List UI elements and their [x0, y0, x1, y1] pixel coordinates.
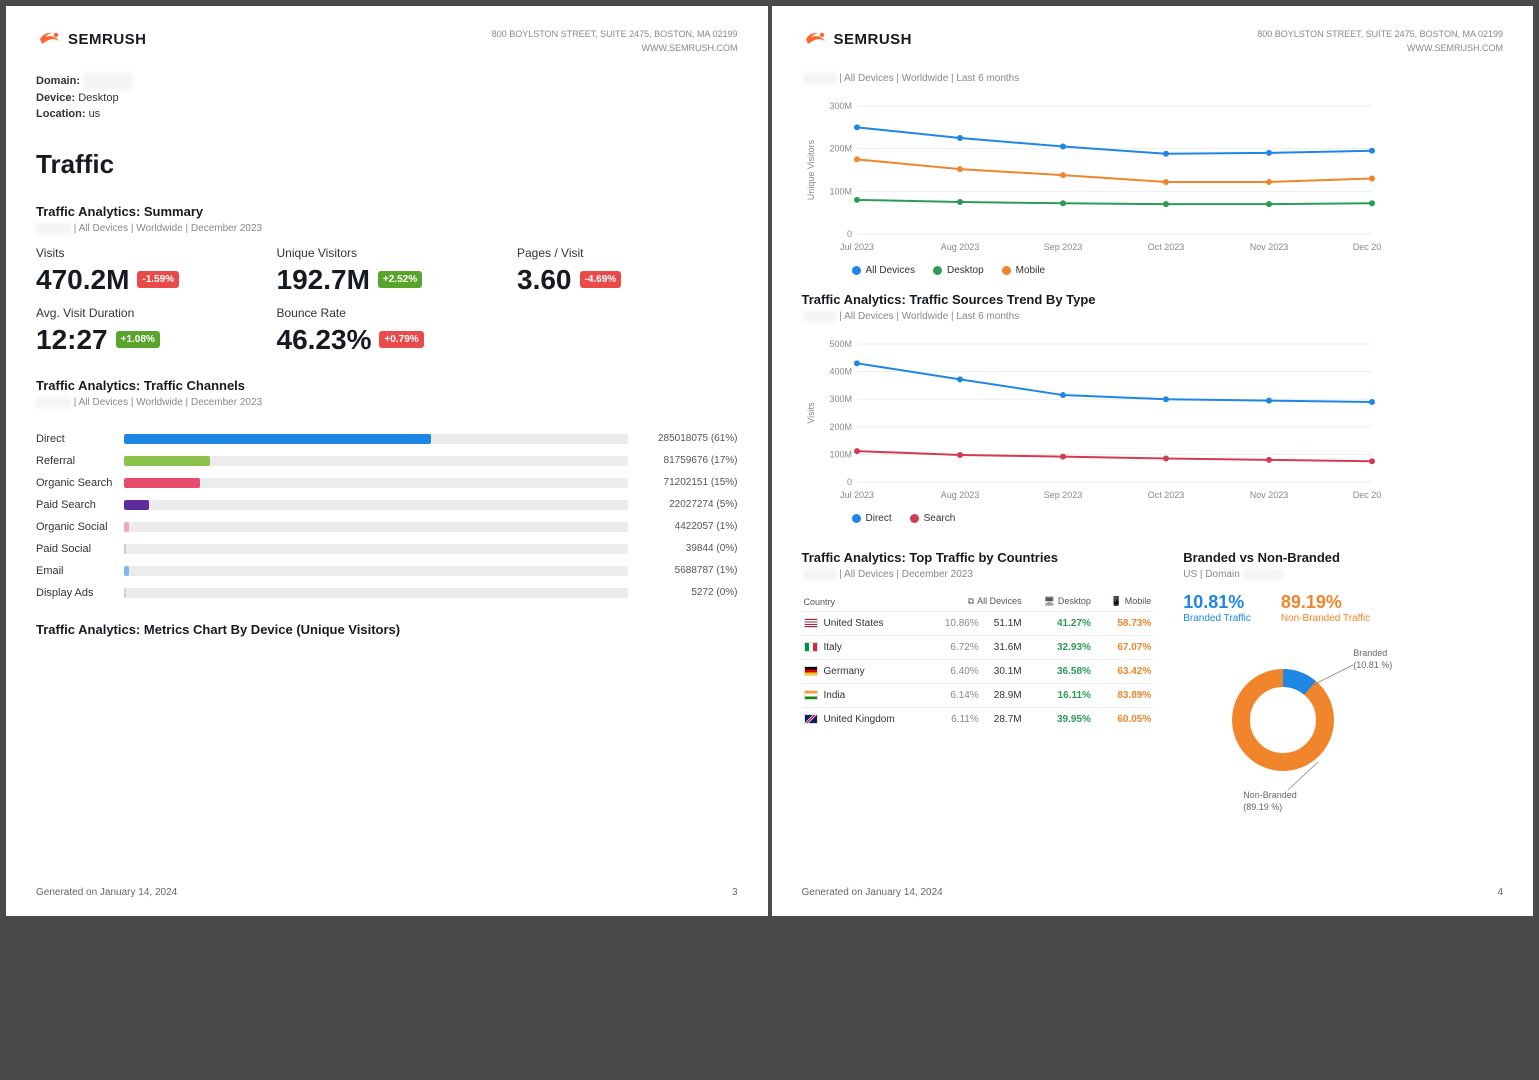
- kpi-ppv: Pages / Visit 3.60-4.69%: [517, 246, 738, 296]
- logo-icon: [36, 28, 62, 50]
- kpi-visits: Visits 470.2M-1.59%: [36, 246, 257, 296]
- channels-subtitle: xxxxxxx All Devices Worldwide December 2…: [36, 397, 738, 408]
- page-header: SEMRUSH 800 BOYLSTON STREET, SUITE 2475,…: [802, 28, 1504, 55]
- unique-visitors-chart: Unique Visitors 0 100M 200M 300M Jul 2023 Aug …: [802, 96, 1504, 276]
- svg-text:200M: 200M: [829, 422, 852, 432]
- summary-title: Traffic Analytics: Summary: [36, 204, 738, 219]
- countries-table: Country ⧉All Devices 🖥Desktop 📱Mobile Un…: [802, 592, 1154, 731]
- channel-row: Display Ads 5272 (0%): [36, 582, 738, 604]
- logo: SEMRUSH: [36, 28, 147, 50]
- svg-text:Aug 2023: Aug 2023: [940, 242, 979, 252]
- svg-text:Jul 2023: Jul 2023: [839, 242, 873, 252]
- svg-text:0: 0: [846, 477, 851, 487]
- svg-text:100M: 100M: [829, 449, 852, 459]
- table-row: India 6.14% 28.9M 16.11% 83.89%: [802, 684, 1154, 708]
- desktop-icon: 🖥: [1043, 596, 1054, 607]
- channel-row: Paid Search 22027274 (5%): [36, 494, 738, 516]
- chart2-legend: Direct Search: [852, 513, 1504, 524]
- all-devices-icon: ⧉: [968, 596, 974, 607]
- sources-subtitle: xxxxxxx All Devices Worldwide Last 6 mon…: [802, 311, 1504, 322]
- countries-subtitle: xxxxxxx All Devices December 2023: [802, 569, 1154, 580]
- chart1-legend: All Devices Desktop Mobile: [852, 265, 1504, 276]
- branded-title: Branded vs Non-Branded: [1183, 550, 1503, 565]
- kpi-duration: Avg. Visit Duration 12:27+1.08%: [36, 306, 257, 356]
- svg-text:Dec 2023: Dec 2023: [1352, 242, 1381, 252]
- svg-text:500M: 500M: [829, 339, 852, 349]
- countries-title: Traffic Analytics: Top Traffic by Countr…: [802, 550, 1154, 565]
- page-number: 3: [732, 887, 738, 898]
- kpi-uniques: Unique Visitors 192.7M+2.52%: [277, 246, 498, 296]
- flag-icon: [804, 714, 818, 724]
- flag-icon: [804, 666, 818, 676]
- flag-icon: [804, 618, 818, 628]
- logo-text: SEMRUSH: [68, 31, 147, 48]
- page-3: SEMRUSH 800 BOYLSTON STREET, SUITE 2475,…: [6, 6, 768, 916]
- flag-icon: [804, 690, 818, 700]
- chart1-subtitle: xxxxxxx All Devices Worldwide Last 6 mon…: [802, 73, 1504, 84]
- page-footer: Generated on January 14, 2024 3: [36, 867, 738, 898]
- channel-row: Organic Social 4422057 (1%): [36, 516, 738, 538]
- svg-text:Oct 2023: Oct 2023: [1147, 242, 1184, 252]
- page-footer: Generated on January 14, 2024 4: [802, 867, 1504, 898]
- page-header: SEMRUSH 800 BOYLSTON STREET, SUITE 2475,…: [36, 28, 738, 55]
- svg-text:100M: 100M: [829, 186, 852, 196]
- svg-text:Sep 2023: Sep 2023: [1043, 242, 1082, 252]
- channel-row: Paid Social 39844 (0%): [36, 538, 738, 560]
- mobile-icon: 📱: [1111, 596, 1122, 607]
- branded-donut: Branded(10.81 %) Non-Branded(89.19 %): [1203, 640, 1403, 810]
- channel-row: Email 5688787 (1%): [36, 560, 738, 582]
- svg-text:Oct 2023: Oct 2023: [1147, 490, 1184, 500]
- svg-text:300M: 300M: [829, 101, 852, 111]
- metrics-chart-title: Traffic Analytics: Metrics Chart By Devi…: [36, 622, 738, 637]
- flag-icon: [804, 642, 818, 652]
- channel-row: Referral 81759676 (17%): [36, 450, 738, 472]
- logo: SEMRUSH: [802, 28, 913, 50]
- table-row: Italy 6.72% 31.6M 32.93% 67.07%: [802, 636, 1154, 660]
- channel-row: Direct 285018075 (61%): [36, 428, 738, 450]
- svg-text:Nov 2023: Nov 2023: [1249, 242, 1288, 252]
- svg-text:Unique Visitors: Unique Visitors: [806, 139, 816, 200]
- header-address: 800 BOYLSTON STREET, SUITE 2475, BOSTON,…: [492, 28, 738, 55]
- table-row: United Kingdom 6.11% 28.7M 39.95% 60.05%: [802, 708, 1154, 732]
- table-row: Germany 6.40% 30.1M 36.58% 63.42%: [802, 660, 1154, 684]
- page-4: SEMRUSH 800 BOYLSTON STREET, SUITE 2475,…: [772, 6, 1534, 916]
- svg-text:Jul 2023: Jul 2023: [839, 490, 873, 500]
- kpi-bounce: Bounce Rate 46.23%+0.79%: [277, 306, 498, 356]
- svg-text:200M: 200M: [829, 144, 852, 154]
- branded-numbers: 10.81% Branded Traffic 89.19% Non-Brande…: [1183, 592, 1503, 624]
- branded-subtitle: US Domain xxxxxxx: [1183, 569, 1503, 580]
- svg-text:Sep 2023: Sep 2023: [1043, 490, 1082, 500]
- svg-text:Nov 2023: Nov 2023: [1249, 490, 1288, 500]
- svg-text:0: 0: [846, 229, 851, 239]
- table-row: United States 10.86% 51.1M 41.27% 58.73%: [802, 612, 1154, 636]
- logo-icon: [802, 28, 828, 50]
- header-address: 800 BOYLSTON STREET, SUITE 2475, BOSTON,…: [1257, 28, 1503, 55]
- kpi-grid: Visits 470.2M-1.59% Unique Visitors 192.…: [36, 246, 738, 356]
- page-number: 4: [1497, 887, 1503, 898]
- svg-text:400M: 400M: [829, 367, 852, 377]
- sources-title: Traffic Analytics: Traffic Sources Trend…: [802, 292, 1504, 307]
- page-title: Traffic: [36, 149, 738, 180]
- svg-text:300M: 300M: [829, 394, 852, 404]
- logo-text: SEMRUSH: [834, 31, 913, 48]
- generated-date: Generated on January 14, 2024: [36, 887, 177, 898]
- svg-text:Aug 2023: Aug 2023: [940, 490, 979, 500]
- generated-date: Generated on January 14, 2024: [802, 887, 943, 898]
- channels-list: Direct 285018075 (61%)Referral 81759676 …: [36, 428, 738, 604]
- channel-row: Organic Search 71202151 (15%): [36, 472, 738, 494]
- report-meta: Domain: xxxxxxxxx Device: Desktop Locati…: [36, 73, 738, 123]
- svg-text:Visits: Visits: [806, 402, 816, 424]
- svg-text:Dec 2023: Dec 2023: [1352, 490, 1381, 500]
- channels-title: Traffic Analytics: Traffic Channels: [36, 378, 738, 393]
- sources-chart: Visits 0 100M 200M 300M 400M 500M Jul 2023 Aug 2…: [802, 334, 1504, 524]
- summary-subtitle: xxxxxxx All Devices Worldwide December 2…: [36, 223, 738, 234]
